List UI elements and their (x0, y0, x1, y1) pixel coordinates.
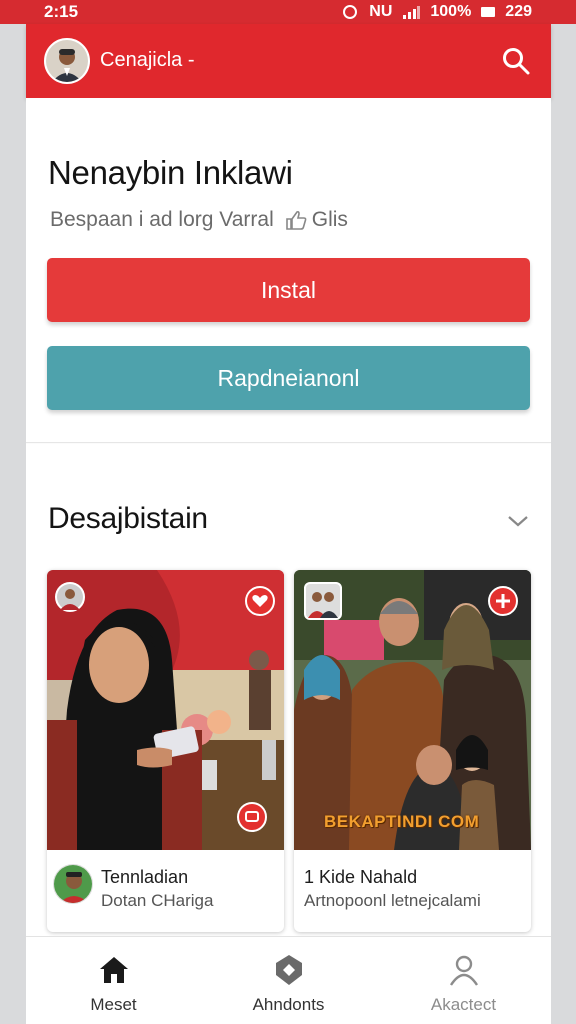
card-subtitle: Artnopoonl letnejcalami (304, 891, 481, 910)
status-time: 2:15 (44, 2, 79, 21)
nav-label-home: Meset (90, 995, 137, 1014)
add-button[interactable] (488, 586, 518, 616)
person-avatar-icon (54, 865, 92, 903)
section-title: Desajbistain (48, 502, 208, 535)
author-avatar[interactable] (53, 864, 93, 904)
nav-item-home[interactable]: Meset (26, 937, 201, 1024)
nav-label-second: Ahndonts (252, 995, 325, 1014)
home-icon (99, 957, 128, 983)
app-subtitle: Bespaan i ad lorg Varral Glis (50, 208, 348, 232)
chevron-down-icon[interactable] (507, 514, 529, 528)
card-title: Tennladian (101, 867, 189, 887)
people-icon (308, 592, 338, 618)
card-subtitle: Dotan CHariga (101, 891, 214, 910)
signal-icon (403, 6, 421, 19)
rating-tag-text: Glis (311, 208, 348, 231)
photo-watermark: BEKAPTINDI COM (324, 812, 480, 831)
profile-avatar[interactable] (44, 38, 90, 84)
creator-avatar[interactable] (55, 582, 85, 612)
status-network-text: NU (369, 3, 393, 20)
heart-badge[interactable] (245, 586, 275, 616)
card-title: 1 Kide Nahald (304, 867, 418, 887)
thumb-icon (285, 210, 307, 230)
battery-percent: 100% (430, 3, 472, 20)
app-title: Cenajicla - (100, 49, 195, 71)
card-info: Tennladian Dotan CHariga (47, 852, 284, 930)
app-header-card: Nenaybin Inklawi Bespaan i ad lorg Varra… (26, 98, 551, 443)
app-name-heading: Nenaybin Inklawi (48, 154, 293, 191)
content-section: Desajbistain Tennladian Dotan CHariga BE… (26, 444, 551, 944)
status-right-time: 229 (505, 3, 532, 20)
chat-icon (245, 811, 259, 822)
nav-label-account: Akactect (430, 995, 497, 1014)
person-avatar-icon (46, 40, 88, 82)
person-avatar-icon (57, 584, 83, 610)
rating-tag: Glis (284, 208, 348, 232)
nav-item-second[interactable]: Ahndonts (201, 937, 376, 1024)
nav-item-account[interactable]: Akactect (376, 937, 551, 1024)
secondary-action-button[interactable]: Rapdneianonl (47, 346, 530, 410)
content-card[interactable]: Tennladian Dotan CHariga (47, 570, 284, 932)
shield-icon (275, 955, 302, 985)
user-icon (449, 955, 478, 986)
app-bar: Cenajicla - (26, 24, 551, 98)
plus-icon (496, 594, 510, 608)
install-button[interactable]: Instal (47, 258, 530, 322)
heart-icon (252, 595, 268, 607)
status-bar: 2:15 NU 100% 229 (0, 0, 576, 24)
card-info: 1 Kide Nahald Artnopoonl letnejcalami (294, 852, 531, 930)
status-icons: NU 100% 229 (341, 3, 532, 21)
alarm-icon (343, 5, 358, 19)
app-window: Cenajicla - Nenaybin Inklawi Bespaan i a… (26, 24, 551, 1024)
battery-icon (481, 7, 496, 17)
content-card[interactable]: BEKAPTINDI COM 1 Kide Nahald Artnopoonl … (294, 570, 531, 932)
app-subtitle-text: Bespaan i ad lorg Varral (50, 208, 274, 231)
group-photo-thumb[interactable] (304, 582, 342, 620)
bottom-navigation: Meset Ahndonts Akactect (26, 936, 551, 1024)
search-icon[interactable] (501, 46, 531, 76)
share-badge[interactable] (237, 802, 267, 832)
